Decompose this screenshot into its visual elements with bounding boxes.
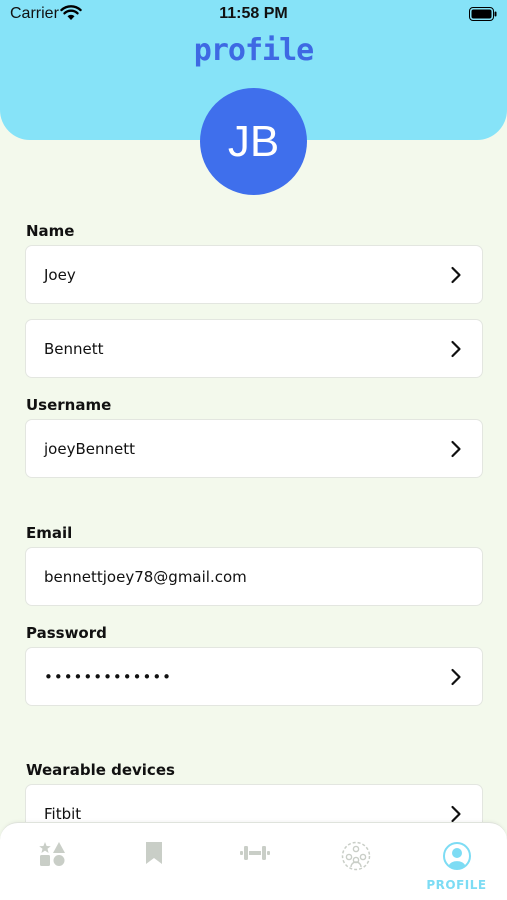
community-icon — [341, 841, 370, 871]
avatar-initials: JB — [227, 116, 280, 166]
dumbbell-icon — [239, 846, 270, 860]
last-name-field[interactable]: Bennett — [25, 319, 483, 378]
tab-explore[interactable] — [2, 823, 103, 900]
status-time: 11:58 PM — [219, 5, 288, 22]
first-name-value: Joey — [44, 265, 76, 284]
email-label: Email — [26, 524, 73, 542]
status-bar: Carrier 11:58 PM — [0, 0, 507, 30]
name-label: Name — [26, 222, 75, 240]
tab-workouts[interactable] — [204, 823, 305, 900]
password-field[interactable]: ••••••••••••• — [25, 647, 483, 706]
first-name-field[interactable]: Joey — [25, 245, 483, 304]
tab-bar: PROFILE — [0, 822, 507, 900]
tab-community[interactable] — [305, 823, 406, 900]
profile-icon — [442, 842, 471, 870]
chevron-right-icon — [451, 440, 461, 457]
username-value: joeyBennett — [44, 439, 135, 458]
bookmark-icon — [145, 842, 162, 864]
username-field[interactable]: joeyBennett — [25, 419, 483, 478]
shapes-icon — [38, 842, 65, 866]
email-field: bennettjoey78@gmail.com — [25, 547, 483, 606]
app-logo: profile — [193, 33, 314, 68]
wearable-devices-label: Wearable devices — [26, 761, 175, 779]
password-value: ••••••••••••• — [44, 667, 173, 686]
username-label: Username — [26, 396, 112, 414]
avatar[interactable]: JB — [200, 88, 307, 195]
email-value: bennettjoey78@gmail.com — [44, 567, 247, 586]
chevron-right-icon — [451, 805, 461, 822]
tab-profile[interactable]: PROFILE — [406, 823, 507, 900]
password-label: Password — [26, 624, 107, 642]
battery-icon — [469, 7, 497, 21]
tab-profile-label: PROFILE — [426, 878, 487, 892]
wearable-device-value: Fitbit — [44, 804, 82, 823]
tab-saved[interactable] — [103, 823, 204, 900]
chevron-right-icon — [451, 668, 461, 685]
chevron-right-icon — [451, 340, 461, 357]
last-name-value: Bennett — [44, 339, 104, 358]
chevron-right-icon — [451, 266, 461, 283]
